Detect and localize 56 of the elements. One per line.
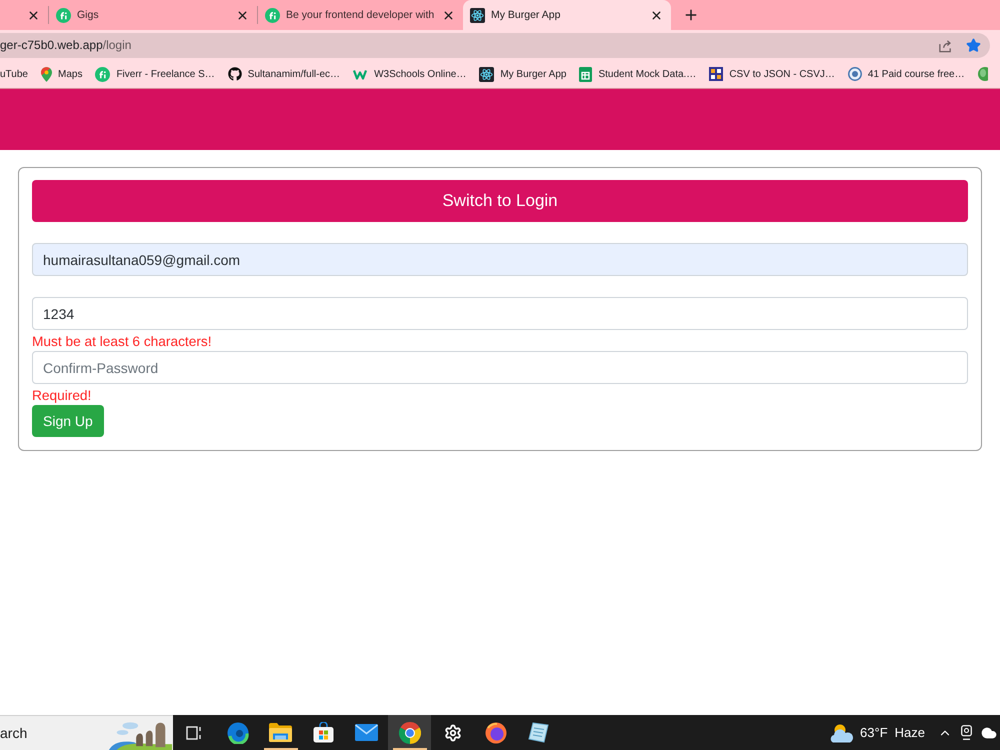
bookmark-link[interactable]: My Burger App [479, 66, 566, 82]
zigzag-icon [353, 68, 368, 80]
statues-drawing [108, 715, 173, 750]
new-tab-icon[interactable] [683, 7, 699, 23]
close-icon[interactable] [27, 8, 40, 22]
browser-tab[interactable]: My Burger App [463, 0, 671, 30]
bookmark-link[interactable]: CSV to JSON - CSVJ… [709, 67, 835, 81]
confirm-password-field[interactable]: Confirm-Password [32, 351, 968, 384]
folder-icon [269, 723, 292, 742]
envelope-icon [355, 724, 378, 741]
bookmark-link[interactable]: Fiverr - Freelance S… [95, 66, 215, 82]
sheet-icon [579, 66, 592, 82]
atom-icon [470, 8, 485, 22]
url-text: ger-c75b0.web.app/login [0, 38, 132, 52]
switch-button[interactable]: Switch to Login [32, 180, 968, 222]
cloud-icon[interactable] [981, 724, 997, 740]
round-logo-icon [56, 8, 71, 22]
notepad-icon [528, 722, 549, 743]
temperature-text: 63°F [860, 725, 888, 740]
bookmark-link[interactable]: Student Mock Data.… [579, 66, 696, 82]
taskbar-button[interactable] [388, 715, 431, 750]
round-logo-icon [95, 66, 110, 82]
ringed-globe-icon [484, 722, 506, 744]
weather-condition-text: Haze [894, 725, 925, 740]
email-field[interactable]: humairasultana059@gmail.com [32, 243, 968, 276]
search-field[interactable]: arch [0, 715, 108, 750]
bookmark-link[interactable]: uTube [0, 68, 28, 80]
cat-silhouette-icon [228, 67, 242, 81]
round-logo-icon [265, 8, 280, 22]
bookmark-link[interactable]: 41 Paid course free… [848, 67, 965, 81]
settings-icon [444, 724, 462, 742]
shopping-bag-icon [313, 722, 334, 743]
error-text: Required! [32, 388, 92, 404]
address-bar[interactable]: ger-c75b0.web.app/login [0, 32, 990, 58]
browser-tab[interactable]: Gigs [49, 0, 257, 30]
bookmark-link[interactable]: W3Schools Online… [353, 68, 466, 80]
close-icon[interactable] [650, 8, 663, 22]
share-icon[interactable] [938, 38, 953, 52]
bookmark-link[interactable]: Sultanamim/full-ec… [228, 67, 340, 81]
cloud-sun-icon[interactable] [830, 722, 854, 742]
atom-icon [479, 66, 494, 82]
round-badge-icon [848, 67, 862, 81]
password-field[interactable]: 1234 [32, 297, 968, 330]
tri-color-ring-icon [398, 722, 420, 744]
map-pin-icon [40, 66, 52, 82]
webcam-icon[interactable] [961, 725, 972, 740]
globe-icon[interactable] [978, 67, 988, 81]
bookmark-link[interactable]: Maps [40, 66, 82, 82]
error-text: Must be at least 6 characters! [32, 334, 212, 350]
task-view-icon [186, 724, 203, 740]
star-icon[interactable] [966, 38, 981, 52]
grid-logo-icon [709, 67, 724, 81]
close-icon[interactable] [236, 8, 249, 22]
swirl-logo-icon [226, 722, 248, 744]
browser-tab[interactable]: Be your frontend developer with [258, 0, 463, 30]
close-icon[interactable] [442, 8, 455, 22]
